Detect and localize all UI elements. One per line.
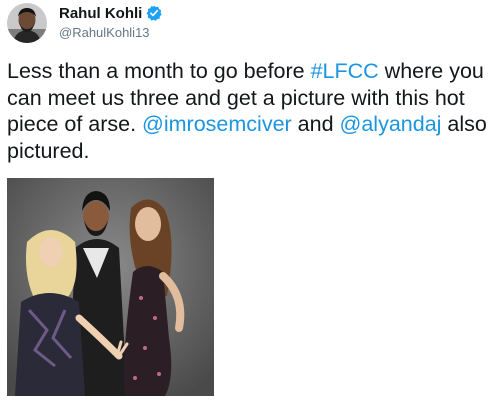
photo-image — [7, 178, 214, 396]
verified-badge-icon — [146, 5, 162, 21]
tweet-photo[interactable] — [7, 178, 214, 396]
tweet-text-part: and — [291, 112, 340, 136]
hashtag-link[interactable]: #LFCC — [311, 59, 379, 83]
mention-link[interactable]: @alyandaj — [340, 112, 442, 136]
author-avatar[interactable] — [7, 3, 47, 43]
profile-avatar-icon — [7, 3, 47, 43]
tweet-text: Less than a month to go before #LFCC whe… — [7, 58, 497, 164]
mention-link[interactable]: @imrosemciver — [142, 112, 292, 136]
author-name[interactable]: Rahul Kohli — [59, 5, 142, 23]
tweet-text-part: Less than a month to go before — [7, 59, 311, 83]
tweet-card: Rahul Kohli @RahulKohli13 Less than a mo… — [0, 0, 500, 406]
author-handle[interactable]: @RahulKohli13 — [59, 25, 150, 41]
